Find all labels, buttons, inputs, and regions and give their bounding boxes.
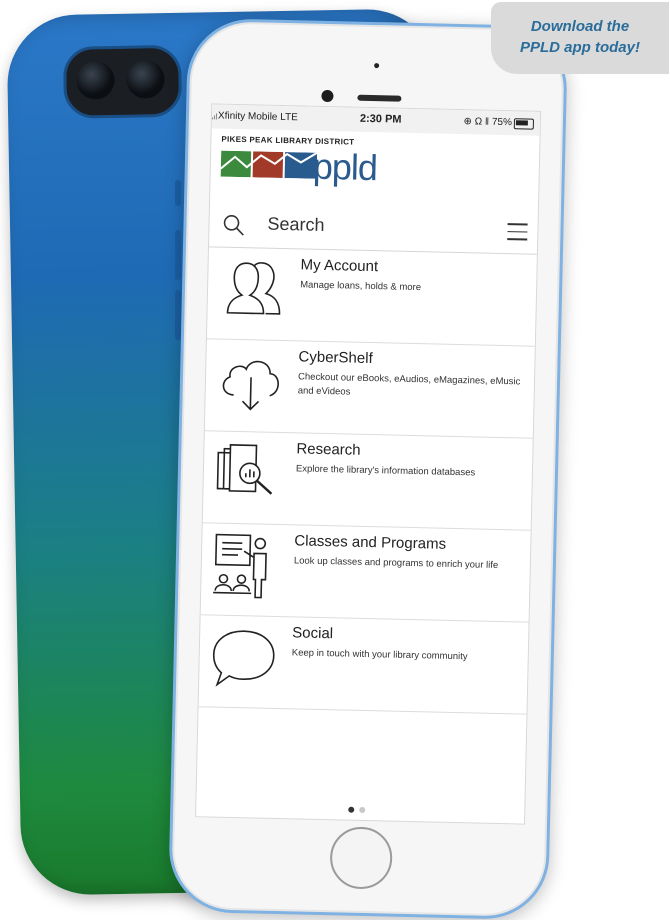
page-dot[interactable] [359, 807, 365, 813]
search-icon[interactable] [221, 213, 246, 238]
rear-camera [63, 45, 182, 119]
page-dot-active[interactable] [348, 807, 354, 813]
home-button[interactable] [329, 826, 392, 889]
menu-item-classes-and-programs[interactable]: Classes and Programs Look up classes and… [201, 522, 531, 622]
mute-switch [175, 180, 181, 206]
download-app-badge: Download the PPLD app today! [491, 2, 669, 74]
earpiece-speaker [357, 95, 401, 102]
item-title: Social [292, 624, 333, 642]
cloud-download-icon [215, 347, 287, 419]
district-name: PIKES PEAK LIBRARY DISTRICT [221, 135, 354, 147]
menu-item-research[interactable]: Research Explore the library's informati… [203, 430, 533, 530]
item-title: Classes and Programs [294, 532, 446, 552]
item-description: Checkout our eBooks, eAudios, eMagazines… [298, 370, 523, 403]
menu-item-cybershelf[interactable]: CyberShelf Checkout our eBooks, eAudios,… [205, 338, 535, 438]
speech-bubble-icon [209, 622, 281, 694]
clock: 2:30 PM [360, 113, 402, 126]
proximity-sensor [374, 63, 379, 68]
ppld-logo-icon [221, 151, 318, 179]
camera-lens-icon [126, 60, 165, 99]
item-description: Keep in touch with your library communit… [292, 646, 516, 665]
status-indicators: ⊕ Ω ‖ 75% [463, 116, 512, 128]
phone-front: Xfinity Mobile LTE 2:30 PM ⊕ Ω ‖ 75% PIK… [168, 18, 568, 920]
users-icon [217, 255, 289, 327]
camera-lens-icon [76, 61, 115, 100]
menu-item-social[interactable]: Social Keep in touch with your library c… [199, 614, 529, 714]
item-description: Look up classes and programs to enrich y… [294, 554, 518, 573]
page-indicator[interactable] [348, 800, 370, 818]
classroom-icon [211, 530, 283, 602]
app-screen: Xfinity Mobile LTE 2:30 PM ⊕ Ω ‖ 75% PIK… [195, 103, 541, 824]
hamburger-menu-icon[interactable] [507, 223, 528, 246]
battery-icon [514, 118, 534, 129]
status-bar: Xfinity Mobile LTE 2:30 PM ⊕ Ω ‖ 75% [212, 104, 540, 135]
menu-item-my-account[interactable]: My Account Manage loans, holds & more [207, 246, 537, 346]
item-title: My Account [300, 256, 378, 275]
search-input[interactable]: Search [267, 214, 325, 236]
front-camera-icon [321, 90, 333, 102]
item-description: Explore the library's information databa… [296, 462, 520, 481]
badge-line-1: Download the [491, 16, 669, 37]
volume-up-button [175, 230, 181, 280]
carrier-label: Xfinity Mobile LTE [218, 111, 298, 124]
item-title: CyberShelf [298, 348, 373, 367]
badge-line-2: PPLD app today! [491, 37, 669, 58]
item-description: Manage loans, holds & more [300, 278, 524, 297]
signal-icon [212, 113, 217, 119]
logo-wordmark: ppld [312, 147, 377, 188]
research-icon [213, 439, 285, 511]
item-title: Research [296, 440, 361, 458]
